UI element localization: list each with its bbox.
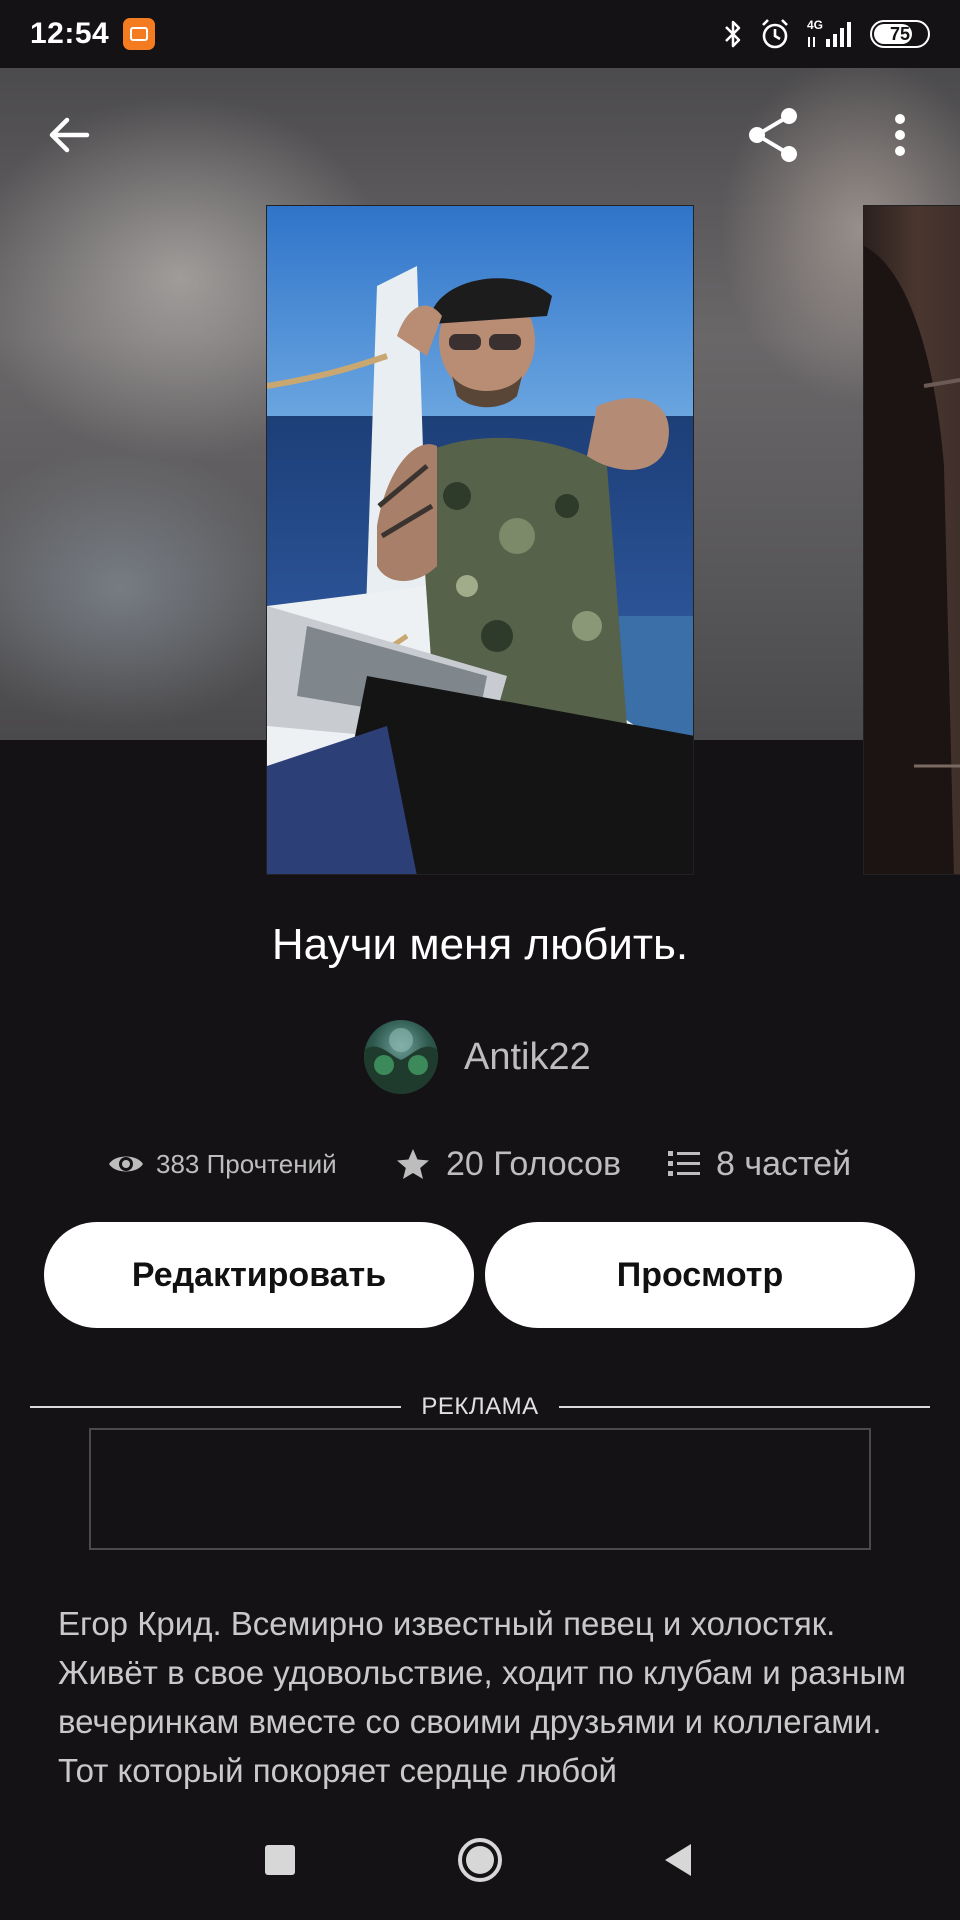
story-title: Научи меня любить. [271, 920, 689, 969]
eye-icon [109, 1156, 143, 1172]
story-description: Егор Крид. Всемирно известный певец и хо… [58, 1605, 906, 1789]
story-stats: 383 Прочтений 20 Голосов 8 частей [0, 1134, 960, 1194]
edit-button[interactable]: Редактировать [44, 1222, 474, 1328]
battery-level: 75 [889, 23, 911, 44]
mi-app-notification-icon [123, 18, 156, 50]
recents-button[interactable] [250, 1830, 310, 1890]
network-type: 4G [807, 18, 823, 32]
back-button[interactable] [36, 102, 102, 168]
square-icon [265, 1845, 295, 1875]
parts-stat[interactable]: 8 частей [668, 1134, 851, 1194]
ad-slot[interactable] [89, 1428, 871, 1550]
triangle-back-icon [665, 1844, 691, 1876]
signal-icon: 4G [806, 17, 856, 51]
status-bar: 12:54 4G 75 [0, 0, 960, 68]
votes-count: 20 Голосов [446, 1144, 622, 1183]
back-nav-button[interactable] [648, 1830, 708, 1890]
more-vertical-icon [895, 114, 905, 156]
status-icons: 4G 75 [722, 17, 930, 51]
battery-icon: 75 [870, 20, 930, 48]
author-avatar [364, 1020, 438, 1094]
ad-divider: РЕКЛАМА [30, 1392, 931, 1422]
author-name: Antik22 [464, 1035, 591, 1078]
ad-label: РЕКЛАМА [421, 1393, 539, 1420]
alarm-icon [758, 17, 792, 51]
parts-count: 8 частей [716, 1144, 852, 1183]
reads-count: 383 Прочтений [156, 1148, 337, 1179]
story-details-screen: 12:54 4G 75 Научи меня любить. Antik22 3… [0, 0, 960, 1920]
next-story-cover[interactable] [863, 205, 960, 875]
share-button[interactable] [740, 102, 806, 168]
share-icon [749, 108, 797, 162]
top-app-bar [0, 68, 960, 204]
more-options-button[interactable] [880, 102, 920, 168]
story-cover-image[interactable] [266, 205, 694, 875]
circle-home-icon [458, 1838, 502, 1882]
view-button[interactable]: Просмотр [485, 1222, 915, 1328]
author-link[interactable]: Antik22 [364, 1020, 591, 1094]
list-icon [668, 1151, 700, 1176]
system-nav-bar [0, 1800, 960, 1920]
bluetooth-icon [722, 17, 744, 51]
votes-stat: 20 Голосов [396, 1134, 621, 1194]
home-button[interactable] [450, 1830, 510, 1890]
status-time: 12:54 [30, 17, 110, 50]
reads-stat: 383 Прочтений [108, 1134, 337, 1194]
star-icon [397, 1149, 429, 1179]
arrow-left-icon [49, 117, 90, 153]
